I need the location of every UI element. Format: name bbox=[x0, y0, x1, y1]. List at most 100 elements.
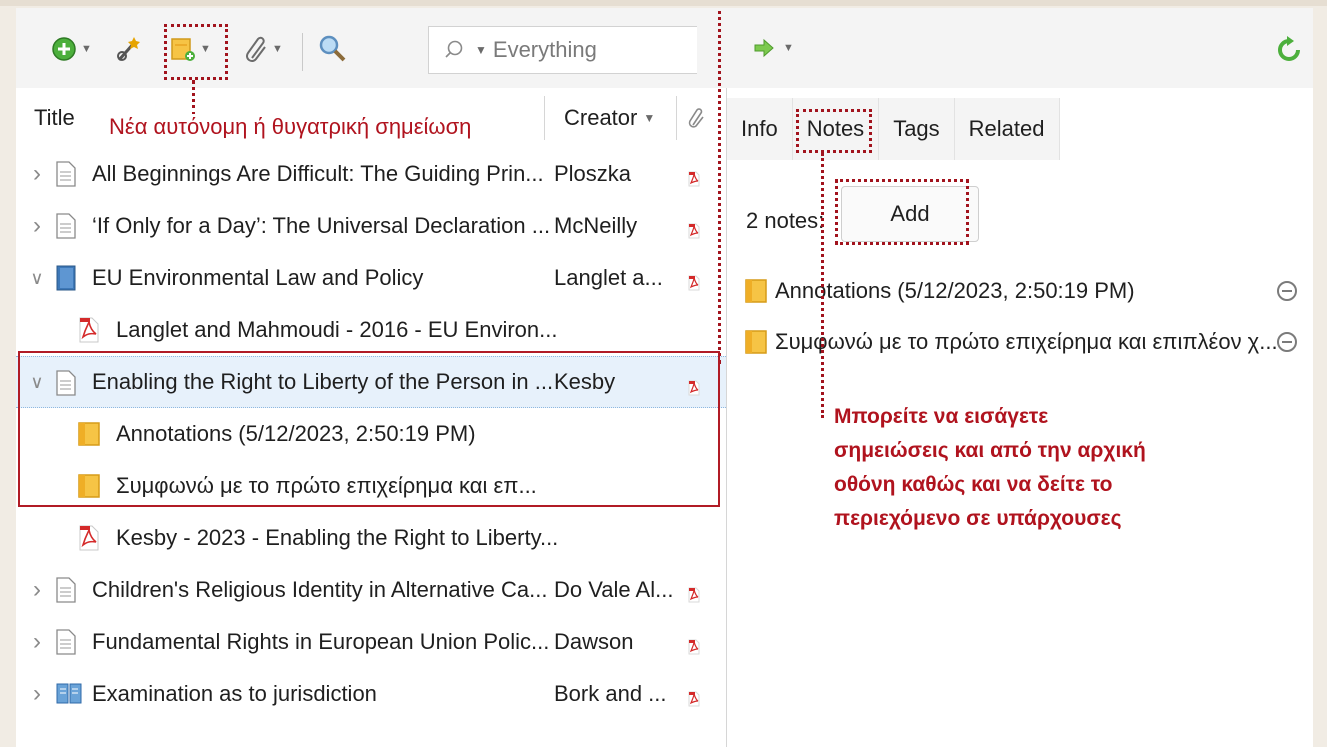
zotero-window: ▼ ▼ ▼ ▼ Everything ▼ Title Creator ▼ › A… bbox=[16, 8, 1313, 747]
tab-tags-label: Tags bbox=[893, 116, 940, 141]
add-attachment-button[interactable]: ▼ bbox=[244, 34, 283, 64]
locate-arrow-icon bbox=[754, 38, 774, 58]
new-item-button[interactable]: ▼ bbox=[51, 36, 92, 62]
item-title: ‘If Only for a Day’: The Universal Decla… bbox=[92, 213, 551, 238]
add-by-identifier-button[interactable] bbox=[114, 34, 144, 64]
chevron-down-icon[interactable]: ∨ bbox=[30, 268, 44, 288]
pdf-attachment-icon[interactable] bbox=[688, 583, 700, 603]
chevron-right-icon[interactable]: › bbox=[30, 212, 44, 239]
table-row[interactable]: ∨ EU Environmental Law and Policy Langlet … bbox=[16, 252, 726, 304]
item-creator: Bork and ... bbox=[554, 681, 667, 706]
selected-item-highlight bbox=[18, 351, 720, 507]
pdf-attachment-icon[interactable] bbox=[688, 167, 700, 187]
note-title: Annotations (5/12/2023, 2:50:19 PM) bbox=[775, 278, 1135, 303]
pdf-icon bbox=[78, 525, 100, 557]
pdf-icon bbox=[78, 317, 100, 349]
notes-tab-highlight bbox=[796, 109, 872, 153]
tab-info[interactable]: Info bbox=[727, 98, 793, 160]
note-icon bbox=[745, 279, 767, 303]
chevron-right-icon[interactable]: › bbox=[30, 680, 44, 707]
pdf-attachment-icon[interactable] bbox=[688, 219, 700, 239]
search-mode-label: Everything bbox=[492, 37, 597, 62]
sync-button[interactable] bbox=[1276, 36, 1302, 64]
search-field[interactable]: ▼ Everything bbox=[428, 26, 697, 74]
note-list-item[interactable]: Annotations (5/12/2023, 2:50:19 PM) bbox=[745, 271, 1305, 311]
table-row[interactable]: › Fundamental Rights in European Union Po… bbox=[16, 616, 726, 668]
item-creator: McNeilly bbox=[554, 213, 638, 238]
toolbar-note-highlight bbox=[164, 24, 228, 80]
top-shadow bbox=[0, 0, 1327, 6]
remove-note-icon[interactable] bbox=[1277, 332, 1297, 352]
tab-related[interactable]: Related bbox=[954, 98, 1060, 160]
document-icon bbox=[56, 213, 76, 245]
chevron-down-icon: ▼ bbox=[783, 42, 794, 54]
table-row[interactable]: › ‘If Only for a Day’: The Universal Decl… bbox=[16, 200, 726, 252]
pdf-attachment-icon[interactable] bbox=[688, 687, 700, 707]
item-title: Examination as to jurisdiction bbox=[92, 681, 377, 706]
new-item-icon bbox=[52, 37, 76, 61]
table-row[interactable]: Kesby - 2023 - Enabling the Right to Lib… bbox=[16, 512, 726, 564]
item-tabs: Info Notes Tags Related bbox=[727, 98, 1060, 160]
document-icon bbox=[56, 577, 76, 609]
pdf-attachment-icon[interactable] bbox=[688, 271, 700, 291]
chevron-down-icon: ▼ bbox=[81, 43, 92, 55]
column-header-attachments[interactable] bbox=[688, 88, 704, 148]
tab-info-label: Info bbox=[741, 116, 778, 141]
table-row[interactable]: Langlet and Mahmoudi - 2016 - EU Environ… bbox=[16, 304, 726, 356]
item-creator: Ploszka bbox=[554, 161, 632, 186]
item-title: EU Environmental Law and Policy bbox=[92, 265, 424, 290]
column-creator-label: Creator bbox=[564, 105, 638, 130]
note-list-item[interactable]: Συμφωνώ με το πρώτο επιχείρημα και επιπλ… bbox=[745, 322, 1305, 362]
sync-icon bbox=[1278, 36, 1300, 61]
chevron-down-icon[interactable]: ▼ bbox=[475, 43, 487, 57]
column-separator[interactable] bbox=[676, 96, 677, 140]
annotation-line: Μπορείτε να εισάγετε bbox=[834, 405, 1049, 428]
notes-tab-connector bbox=[821, 153, 824, 418]
item-title: All Beginnings Are Difficult: The Guidin… bbox=[92, 161, 544, 186]
table-row[interactable]: › Children's Religious Identity in Altern… bbox=[16, 564, 726, 616]
chevron-down-icon: ▼ bbox=[272, 43, 283, 55]
vertical-dotted-connector bbox=[718, 8, 721, 364]
document-icon bbox=[56, 629, 76, 661]
item-title: Children's Religious Identity in Alterna… bbox=[92, 577, 548, 602]
remove-note-icon[interactable] bbox=[1277, 281, 1297, 301]
notes-count: 2 notes: bbox=[746, 208, 825, 233]
column-separator[interactable] bbox=[544, 96, 545, 140]
attachment-icon bbox=[246, 36, 266, 62]
item-title: Langlet and Mahmoudi - 2016 - EU Environ… bbox=[116, 317, 558, 342]
toolbar-note-annotation: Νέα αυτόνομη ή θυγατρική σημείωση bbox=[109, 114, 472, 140]
item-creator: Dawson bbox=[554, 629, 634, 654]
item-creator: Do Vale Al... bbox=[554, 577, 674, 602]
chevron-right-icon[interactable]: › bbox=[30, 628, 44, 655]
table-row[interactable]: › Examination as to jurisdiction Bork and … bbox=[16, 668, 726, 720]
item-title: Fundamental Rights in European Union Pol… bbox=[92, 629, 550, 654]
attachment-icon bbox=[688, 108, 704, 128]
pdf-attachment-icon[interactable] bbox=[688, 635, 700, 655]
toolbar-separator bbox=[302, 33, 303, 71]
tab-related-label: Related bbox=[968, 116, 1045, 141]
toolbar-note-connector bbox=[192, 80, 195, 116]
search-magnifier-icon bbox=[319, 35, 346, 62]
item-creator: Langlet a... bbox=[554, 265, 663, 290]
annotation-line: οθόνη καθώς και να δείτε το bbox=[834, 473, 1113, 496]
search-icon bbox=[445, 40, 463, 58]
chevron-down-icon: ▼ bbox=[643, 111, 656, 125]
add-button-highlight bbox=[835, 179, 969, 245]
column-header-title[interactable]: Title bbox=[34, 88, 75, 148]
book-section-icon bbox=[56, 681, 82, 711]
item-title: Kesby - 2023 - Enabling the Right to Lib… bbox=[116, 525, 559, 550]
advanced-search-button[interactable] bbox=[318, 34, 348, 64]
annotation-line: σημειώσεις και από την αρχική bbox=[834, 439, 1146, 462]
column-title-label: Title bbox=[34, 105, 75, 130]
tab-tags[interactable]: Tags bbox=[879, 98, 955, 160]
table-row[interactable]: › All Beginnings Are Difficult: The Guidi… bbox=[16, 148, 726, 200]
column-header-creator[interactable]: Creator ▼ bbox=[564, 88, 656, 148]
annotation-line: περιεχόμενο σε υπάρχουσες bbox=[834, 507, 1122, 530]
note-title: Συμφωνώ με το πρώτο επιχείρημα και επιπλ… bbox=[775, 329, 1278, 354]
chevron-right-icon[interactable]: › bbox=[30, 576, 44, 603]
document-icon bbox=[56, 161, 76, 193]
locate-button[interactable]: ▼ bbox=[753, 38, 794, 58]
note-icon bbox=[745, 330, 767, 354]
notes-info-annotation: Μπορείτε να εισάγετε σημειώσεις και από … bbox=[834, 400, 1146, 536]
chevron-right-icon[interactable]: › bbox=[30, 160, 44, 187]
